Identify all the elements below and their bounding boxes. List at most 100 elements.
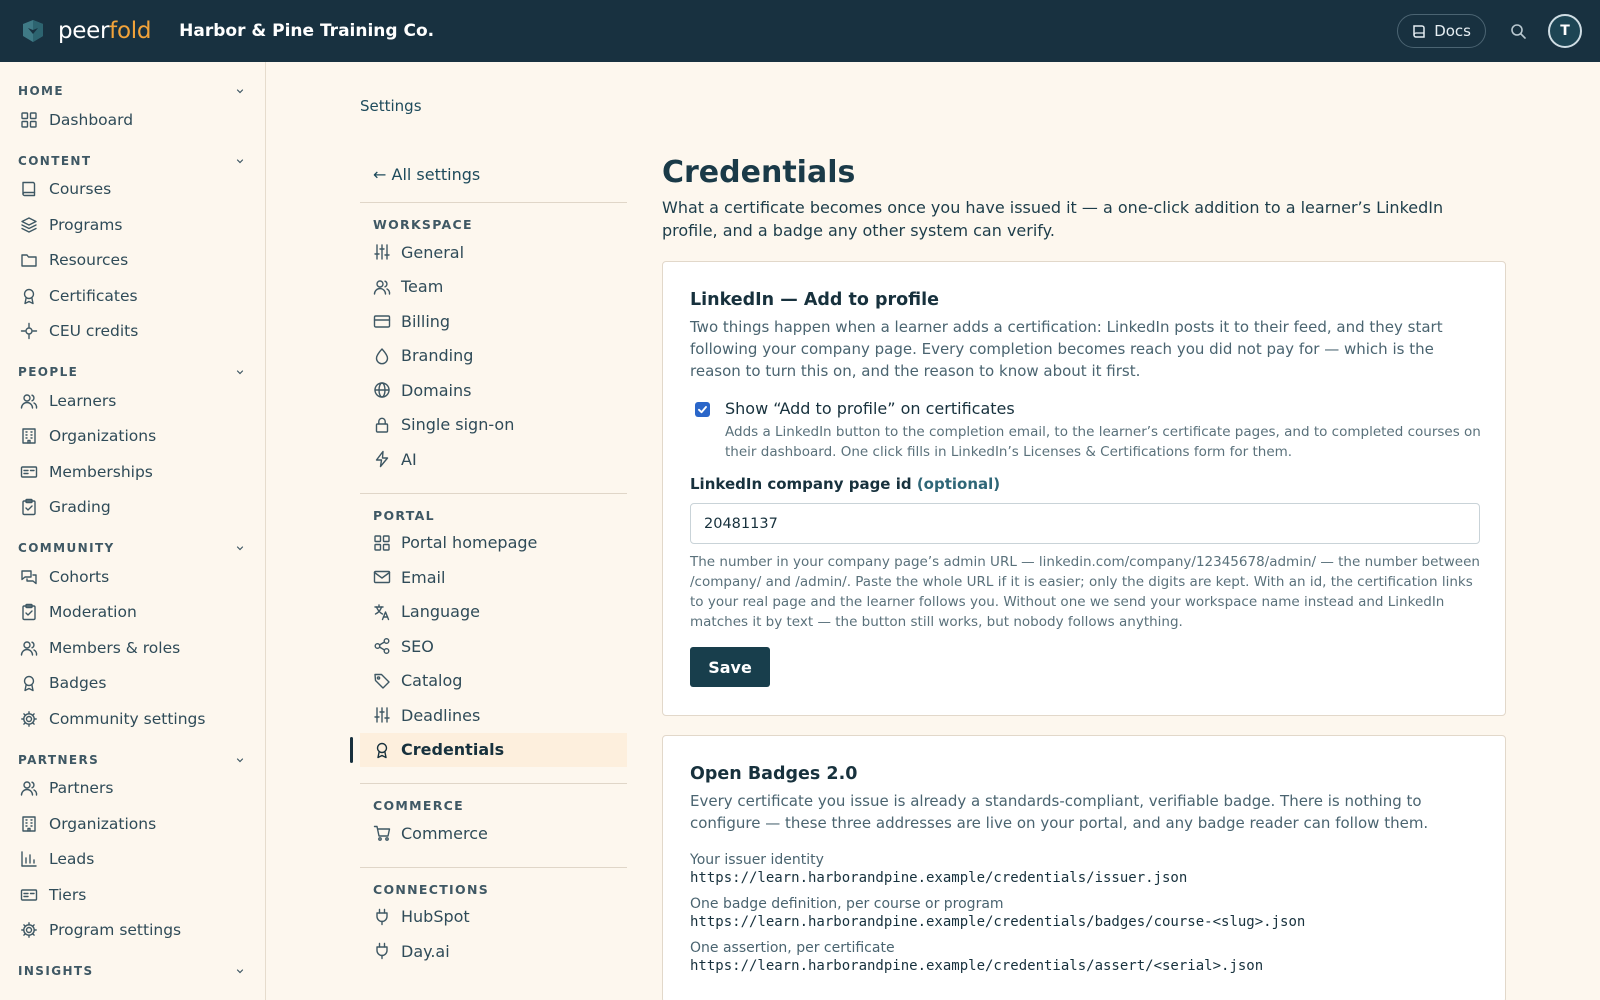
sidebar-item-organizations[interactable]: Organizations xyxy=(0,806,265,842)
sidebar-item-label: Memberships xyxy=(49,462,153,481)
badge-address-url[interactable]: https://learn.harborandpine.example/cred… xyxy=(690,914,1478,930)
nav-section-people: PEOPLE Learners Organizations Memberships Gr… xyxy=(0,361,265,525)
save-button[interactable]: Save xyxy=(690,647,770,687)
settings-item-portal-homepage[interactable]: Portal homepage xyxy=(360,526,627,561)
chevron-down-icon[interactable] xyxy=(235,367,245,377)
badge-address-url[interactable]: https://learn.harborandpine.example/cred… xyxy=(690,958,1478,974)
settings-nav-divider xyxy=(360,492,627,494)
badge-address-url[interactable]: https://learn.harborandpine.example/cred… xyxy=(690,870,1478,886)
open-badges-title: Open Badges 2.0 xyxy=(690,764,858,784)
nav-section-community: COMMUNITY Cohorts Moderation Members & role… xyxy=(0,537,265,737)
settings-item-label: Portal homepage xyxy=(401,533,538,553)
settings-item-billing[interactable]: Billing xyxy=(360,304,627,339)
settings-item-catalog[interactable]: Catalog xyxy=(360,664,627,699)
settings-item-single-sign-on[interactable]: Single sign-on xyxy=(360,408,627,443)
chevron-down-icon[interactable] xyxy=(235,543,245,553)
settings-nav-divider xyxy=(360,783,627,784)
settings-item-commerce[interactable]: Commerce xyxy=(360,816,627,851)
settings-item-label: Email xyxy=(401,567,446,587)
globe-icon xyxy=(374,382,390,398)
sidebar-item-label: Members & roles xyxy=(49,638,181,657)
sidebar-item-memberships[interactable]: Memberships xyxy=(0,454,265,490)
settings-item-label: Day.ai xyxy=(401,941,450,961)
peerfold-logo[interactable]: peerfold xyxy=(20,18,151,44)
nav-section-header[interactable]: HOME xyxy=(0,80,265,102)
sidebar-item-cohorts[interactable]: Cohorts xyxy=(0,559,265,595)
settings-item-general[interactable]: General xyxy=(360,235,627,270)
settings-nav-divider xyxy=(360,202,627,203)
id-card-icon xyxy=(20,466,38,478)
checkmark-icon xyxy=(698,406,707,414)
company-page-id-input[interactable]: 20481137 xyxy=(690,503,1480,544)
sidebar-item-ceu-credits[interactable]: CEU credits xyxy=(0,314,265,350)
nav-section-insights: INSIGHTS xyxy=(0,960,265,982)
docs-button[interactable]: Docs xyxy=(1397,14,1486,48)
settings-item-label: HubSpot xyxy=(401,907,470,927)
badge-address: Your issuer identity https://learn.harbor… xyxy=(690,852,1478,886)
settings-item-label: Domains xyxy=(401,380,472,400)
sidebar-item-community-settings[interactable]: Community settings xyxy=(0,701,265,737)
sidebar-item-program-settings[interactable]: Program settings xyxy=(0,913,265,949)
nav-section-header[interactable]: PEOPLE xyxy=(0,361,265,383)
share-icon xyxy=(374,638,390,655)
sidebar-item-label: Cohorts xyxy=(49,567,110,586)
sidebar-item-label: Badges xyxy=(49,674,107,693)
settings-item-branding[interactable]: Branding xyxy=(360,339,627,374)
gear-icon xyxy=(21,710,37,727)
id-card-icon xyxy=(20,889,38,901)
all-settings-link[interactable]: ← All settings xyxy=(360,160,627,190)
settings-item-hubspot[interactable]: HubSpot xyxy=(360,900,627,935)
add-to-profile-checkbox[interactable] xyxy=(695,402,710,417)
sidebar-item-leads[interactable]: Leads xyxy=(0,842,265,878)
badge-address-label: One badge definition, per course or prog… xyxy=(690,896,1004,912)
sidebar-item-programs[interactable]: Programs xyxy=(0,207,265,243)
search-button[interactable] xyxy=(1508,21,1528,41)
settings-item-team[interactable]: Team xyxy=(360,270,627,305)
settings-item-domains[interactable]: Domains xyxy=(360,373,627,408)
settings-item-seo[interactable]: SEO xyxy=(360,629,627,664)
sidebar-item-dashboard[interactable]: Dashboard xyxy=(0,102,265,138)
page-title: Credentials xyxy=(662,155,856,190)
settings-item-deadlines[interactable]: Deadlines xyxy=(360,698,627,733)
sidebar-item-moderation[interactable]: Moderation xyxy=(0,595,265,631)
badge-address: One badge definition, per course or prog… xyxy=(690,896,1478,930)
open-badges-intro: Every certificate you issue is already a… xyxy=(690,792,1429,832)
settings-item-language[interactable]: Language xyxy=(360,595,627,630)
sidebar-item-label: Resources xyxy=(49,251,129,270)
sidebar-item-partners[interactable]: Partners xyxy=(0,771,265,807)
nav-section-header[interactable]: INSIGHTS xyxy=(0,960,265,982)
sidebar-item-courses[interactable]: Courses xyxy=(0,172,265,208)
add-to-profile-label[interactable]: Show “Add to profile” on certificates xyxy=(725,399,1485,418)
nav-section-header[interactable]: PARTNERS xyxy=(0,749,265,771)
avatar[interactable]: T xyxy=(1548,14,1582,48)
nav-section-header[interactable]: COMMUNITY xyxy=(0,537,265,559)
chat-icon xyxy=(21,570,37,584)
settings-item-credentials[interactable]: Credentials xyxy=(350,732,627,767)
sidebar-item-organizations[interactable]: Organizations xyxy=(0,419,265,455)
sidebar-item-tiers[interactable]: Tiers xyxy=(0,877,265,913)
award-icon xyxy=(23,288,35,304)
bar-chart-icon xyxy=(21,851,37,867)
mail-icon xyxy=(373,571,391,584)
chevron-down-icon[interactable] xyxy=(235,156,245,166)
users-icon xyxy=(20,641,38,656)
chevron-down-icon[interactable] xyxy=(235,755,245,765)
sidebar-item-badges[interactable]: Badges xyxy=(0,666,265,702)
breadcrumb[interactable]: Settings xyxy=(360,97,422,115)
chevron-down-icon[interactable] xyxy=(235,966,245,976)
settings-item-email[interactable]: Email xyxy=(360,560,627,595)
settings-item-day-ai[interactable]: Day.ai xyxy=(360,934,627,969)
company-page-id-label: LinkedIn company page id (optional) xyxy=(690,475,1001,493)
workspace-name[interactable]: Harbor & Pine Training Co. xyxy=(179,21,434,41)
sidebar-item-resources[interactable]: Resources xyxy=(0,243,265,279)
clipboard-check-icon xyxy=(22,604,36,621)
sidebar-item-grading[interactable]: Grading xyxy=(0,490,265,526)
sliders-icon xyxy=(374,244,390,260)
chevron-down-icon[interactable] xyxy=(235,86,245,96)
sidebar-item-certificates[interactable]: Certificates xyxy=(0,278,265,314)
sidebar-item-members-roles[interactable]: Members & roles xyxy=(0,630,265,666)
sidebar-item-learners[interactable]: Learners xyxy=(0,383,265,419)
nav-section-header[interactable]: CONTENT xyxy=(0,150,265,172)
settings-item-ai[interactable]: AI xyxy=(360,442,627,477)
lock-icon xyxy=(375,417,389,433)
